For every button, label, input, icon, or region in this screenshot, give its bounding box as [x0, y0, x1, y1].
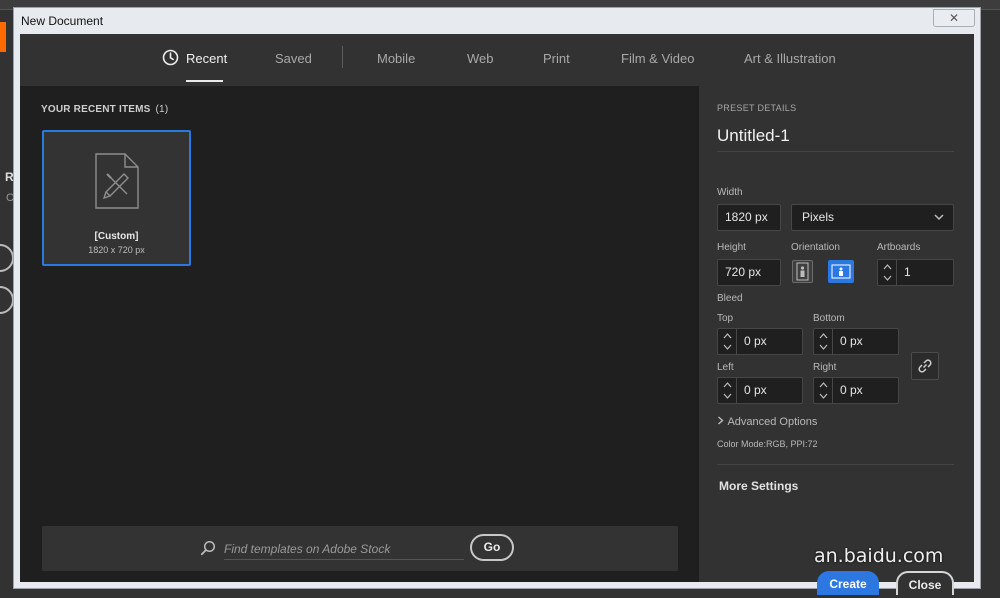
recent-item-dimensions: 1820 x 720 px — [88, 245, 145, 255]
stepper-arrows[interactable] — [718, 329, 737, 354]
background-app-logo — [0, 22, 6, 52]
portrait-icon — [796, 262, 809, 281]
artboards-stepper[interactable]: 1 — [877, 259, 954, 286]
artboards-label: Artboards — [877, 242, 921, 253]
units-dropdown-value: Pixels — [802, 210, 835, 224]
chevron-down-icon[interactable] — [819, 393, 828, 399]
orientation-label: Orientation — [791, 242, 840, 253]
recent-items-heading: YOUR RECENT ITEMS (1) — [41, 104, 168, 115]
recent-item-card[interactable]: [Custom] 1820 x 720 px — [42, 130, 191, 266]
stepper-arrows[interactable] — [718, 378, 737, 403]
document-brush-icon — [95, 153, 139, 209]
dialog-content: Recent Saved Mobile Web Print Film & Vid… — [20, 34, 974, 595]
recent-item-name: [Custom] — [94, 231, 139, 242]
chevron-up-icon[interactable] — [723, 333, 732, 339]
units-dropdown[interactable]: Pixels — [791, 204, 954, 231]
advanced-options-label: Advanced Options — [727, 416, 818, 428]
bleed-left-value: 0 px — [744, 383, 767, 397]
chevron-down-icon[interactable] — [723, 344, 732, 350]
search-icon — [200, 540, 216, 556]
bleed-right-label: Right — [813, 362, 837, 373]
divider — [717, 464, 954, 465]
width-input[interactable]: 1820 px — [717, 204, 781, 231]
watermark-text: an.baidu.com — [814, 545, 944, 567]
chevron-down-icon[interactable] — [883, 275, 892, 281]
document-name-field[interactable]: Untitled-1 — [717, 126, 954, 152]
tab-art-illustration[interactable]: Art & Illustration — [744, 51, 836, 66]
landscape-icon — [831, 264, 851, 279]
artboards-value: 1 — [904, 265, 911, 279]
bleed-bottom-value: 0 px — [840, 334, 863, 348]
link-bleed-button[interactable] — [911, 352, 939, 380]
recent-items-title: YOUR RECENT ITEMS — [41, 104, 151, 115]
window-close-button[interactable]: ✕ — [933, 9, 975, 27]
preset-details-heading: PRESET DETAILS — [717, 103, 797, 113]
advanced-options-toggle[interactable]: Advanced Options — [717, 416, 817, 428]
active-tab-indicator — [186, 80, 223, 82]
close-button[interactable]: Close — [896, 571, 954, 595]
bleed-bottom-stepper[interactable]: 0 px — [813, 328, 899, 355]
new-document-dialog: New Document ✕ Recent Saved Mobile Web P… — [13, 7, 981, 595]
bleed-top-stepper[interactable]: 0 px — [717, 328, 803, 355]
more-settings-button[interactable]: More Settings — [719, 479, 798, 493]
tab-film-video[interactable]: Film & Video — [621, 51, 694, 66]
bleed-right-stepper[interactable]: 0 px — [813, 377, 899, 404]
window-title: New Document — [21, 14, 104, 28]
stepper-arrows[interactable] — [814, 329, 833, 354]
color-mode-info: Color Mode:RGB, PPI:72 — [717, 439, 818, 449]
bleed-bottom-label: Bottom — [813, 313, 845, 324]
bleed-top-label: Top — [717, 313, 734, 324]
tab-web[interactable]: Web — [467, 51, 494, 66]
stepper-arrows[interactable] — [814, 378, 833, 403]
title-bar: New Document ✕ — [14, 8, 980, 34]
bleed-right-value: 0 px — [840, 383, 863, 397]
tab-saved[interactable]: Saved — [275, 51, 312, 66]
chevron-up-icon[interactable] — [819, 333, 828, 339]
height-label: Height — [717, 242, 746, 253]
create-button[interactable]: Create — [817, 571, 879, 595]
chevron-up-icon[interactable] — [819, 382, 828, 388]
tab-mobile[interactable]: Mobile — [377, 51, 415, 66]
preset-details-panel: PRESET DETAILS Untitled-1 Width 1820 px … — [699, 86, 974, 595]
recent-items-count: (1) — [155, 104, 169, 115]
stepper-arrows[interactable] — [878, 260, 897, 285]
bleed-left-stepper[interactable]: 0 px — [717, 377, 803, 404]
clock-icon — [162, 49, 179, 66]
chevron-down-icon[interactable] — [723, 393, 732, 399]
go-button[interactable]: Go — [470, 534, 514, 561]
chevron-down-icon[interactable] — [819, 344, 828, 350]
bleed-label: Bleed — [717, 293, 743, 304]
chevron-up-icon[interactable] — [883, 264, 892, 270]
bleed-left-label: Left — [717, 362, 734, 373]
chevron-down-icon — [934, 214, 944, 221]
chevron-up-icon[interactable] — [723, 382, 732, 388]
tab-print[interactable]: Print — [543, 51, 570, 66]
preset-tab-bar: Recent Saved Mobile Web Print Film & Vid… — [20, 34, 974, 86]
tab-recent[interactable]: Recent — [186, 51, 227, 66]
portrait-orientation-button[interactable] — [792, 260, 813, 283]
tab-divider — [342, 46, 343, 68]
stock-search-bar: Go — [42, 526, 678, 571]
chevron-right-icon — [717, 416, 725, 428]
landscape-orientation-button[interactable] — [828, 260, 854, 283]
width-label: Width — [717, 187, 743, 198]
link-icon — [918, 359, 932, 373]
stock-search-input[interactable] — [224, 538, 464, 560]
bleed-top-value: 0 px — [744, 334, 767, 348]
height-input[interactable]: 720 px — [717, 259, 781, 286]
